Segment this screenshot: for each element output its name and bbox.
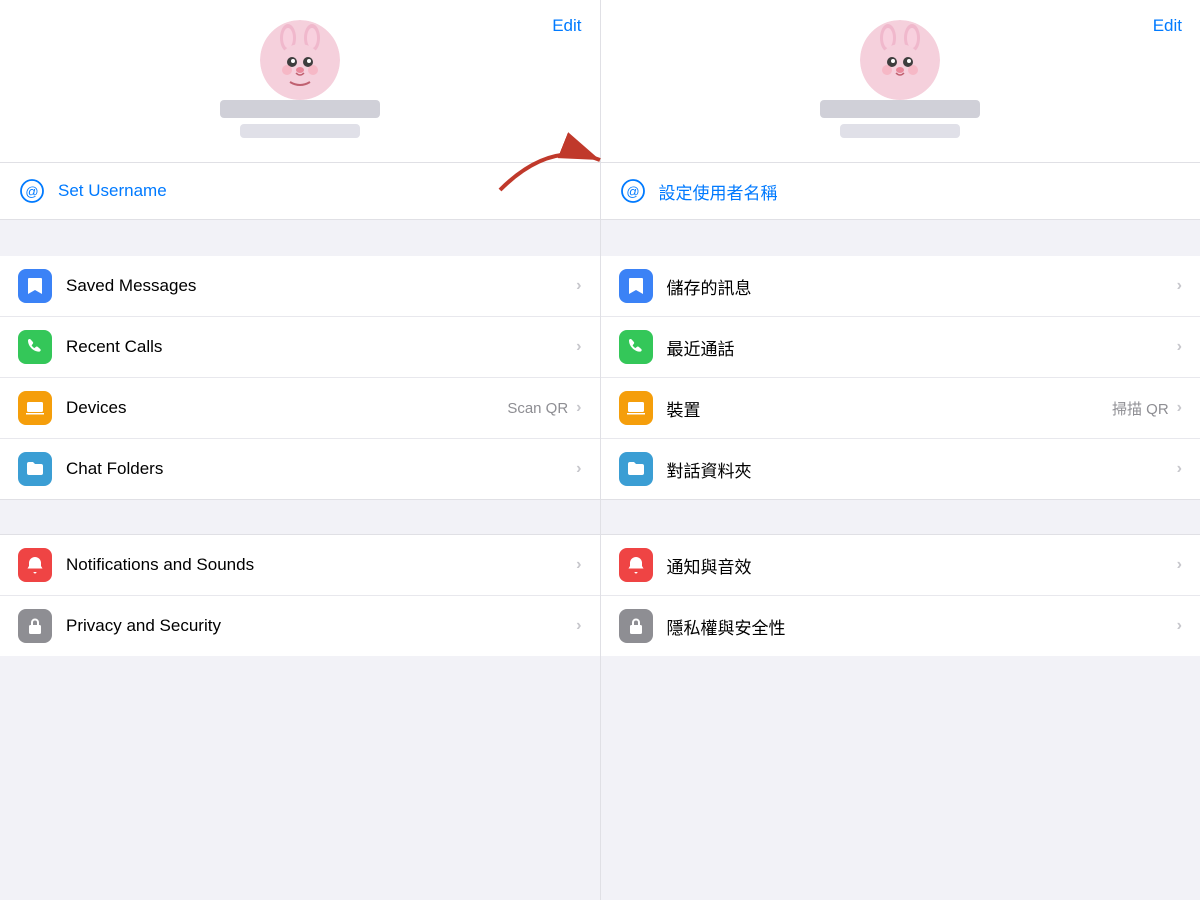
right-lock-icon	[619, 609, 653, 643]
left-settings-group2: Notifications and Sounds › Privacy and S…	[0, 535, 600, 656]
right-bell-icon	[619, 548, 653, 582]
right-chat-folders-item[interactable]: 對話資料夾 ›	[601, 439, 1200, 499]
right-set-username-row[interactable]: @ 設定使用者名稱	[601, 163, 1200, 220]
left-laptop-icon	[18, 391, 52, 425]
right-panel: Edit	[601, 0, 1200, 900]
right-chat-folders-chevron: ›	[1177, 460, 1182, 478]
left-scan-qr-label: Scan QR	[507, 400, 568, 417]
right-notifications-chevron: ›	[1177, 556, 1182, 574]
left-lock-icon	[18, 609, 52, 643]
left-edit-button[interactable]: Edit	[552, 16, 581, 36]
left-set-username-label: Set Username	[58, 181, 167, 201]
right-set-username-label: 設定使用者名稱	[659, 179, 778, 204]
right-privacy-chevron: ›	[1177, 617, 1182, 635]
right-laptop-icon	[619, 391, 653, 425]
left-username-icon: @	[18, 177, 46, 205]
left-username-blur	[240, 124, 360, 138]
left-avatar	[260, 20, 340, 100]
left-phone-icon	[18, 330, 52, 364]
svg-text:@: @	[25, 184, 38, 199]
left-bookmark-icon	[18, 269, 52, 303]
left-recent-calls-item[interactable]: Recent Calls ›	[0, 317, 600, 378]
left-bell-icon	[18, 548, 52, 582]
right-recent-calls-chevron: ›	[1177, 338, 1182, 356]
right-privacy-item[interactable]: 隱私權與安全性 ›	[601, 596, 1200, 656]
right-notifications-item[interactable]: 通知與音效 ›	[601, 535, 1200, 596]
left-profile-section: Edit	[0, 0, 600, 163]
svg-text:@: @	[626, 184, 639, 199]
left-recent-calls-label: Recent Calls	[66, 337, 162, 357]
right-username-icon: @	[619, 177, 647, 205]
right-divider-1	[601, 220, 1200, 256]
left-folder-icon	[18, 452, 52, 486]
left-notifications-item[interactable]: Notifications and Sounds ›	[0, 535, 600, 596]
right-privacy-label: 隱私權與安全性	[667, 614, 786, 639]
main-container: Edit	[0, 0, 1200, 900]
left-settings-group1: Saved Messages › Recent Calls ›	[0, 256, 600, 499]
right-username-blur	[840, 124, 960, 138]
right-saved-messages-chevron: ›	[1177, 277, 1182, 295]
left-chat-folders-item[interactable]: Chat Folders ›	[0, 439, 600, 499]
left-chat-folders-chevron: ›	[576, 460, 581, 478]
right-phone-icon	[619, 330, 653, 364]
right-recent-calls-item[interactable]: 最近通話 ›	[601, 317, 1200, 378]
left-name-blur	[220, 100, 380, 118]
right-saved-messages-label: 儲存的訊息	[667, 274, 752, 299]
right-folder-icon	[619, 452, 653, 486]
left-notifications-chevron: ›	[576, 556, 581, 574]
left-chat-folders-label: Chat Folders	[66, 459, 163, 479]
right-chat-folders-label: 對話資料夾	[667, 457, 752, 482]
left-recent-calls-chevron: ›	[576, 338, 581, 356]
left-saved-messages-item[interactable]: Saved Messages ›	[0, 256, 600, 317]
right-devices-chevron: ›	[1177, 399, 1182, 417]
left-devices-label: Devices	[66, 398, 126, 418]
right-avatar	[860, 20, 940, 100]
right-name-blur	[820, 100, 980, 118]
left-panel: Edit	[0, 0, 601, 900]
left-privacy-chevron: ›	[576, 617, 581, 635]
right-settings-group2: 通知與音效 › 隱私權與安全性 ›	[601, 535, 1200, 656]
right-bookmark-icon	[619, 269, 653, 303]
right-devices-item[interactable]: 裝置 掃描 QR ›	[601, 378, 1200, 439]
left-set-username-row[interactable]: @ Set Username	[0, 163, 600, 220]
left-divider-2	[0, 499, 600, 535]
left-notifications-label: Notifications and Sounds	[66, 555, 254, 575]
left-privacy-label: Privacy and Security	[66, 616, 221, 636]
right-notifications-label: 通知與音效	[667, 553, 752, 578]
left-saved-messages-label: Saved Messages	[66, 276, 196, 296]
right-saved-messages-item[interactable]: 儲存的訊息 ›	[601, 256, 1200, 317]
left-divider-1	[0, 220, 600, 256]
left-devices-chevron: ›	[576, 399, 581, 417]
right-scan-qr-label: 掃描 QR	[1112, 398, 1169, 419]
right-profile-section: Edit	[601, 0, 1200, 163]
left-privacy-item[interactable]: Privacy and Security ›	[0, 596, 600, 656]
left-devices-item[interactable]: Devices Scan QR ›	[0, 378, 600, 439]
right-recent-calls-label: 最近通話	[667, 335, 735, 360]
right-devices-label: 裝置	[667, 396, 701, 421]
right-divider-2	[601, 499, 1200, 535]
left-saved-messages-chevron: ›	[576, 277, 581, 295]
right-settings-group1: 儲存的訊息 › 最近通話 ›	[601, 256, 1200, 499]
right-edit-button[interactable]: Edit	[1153, 16, 1182, 36]
